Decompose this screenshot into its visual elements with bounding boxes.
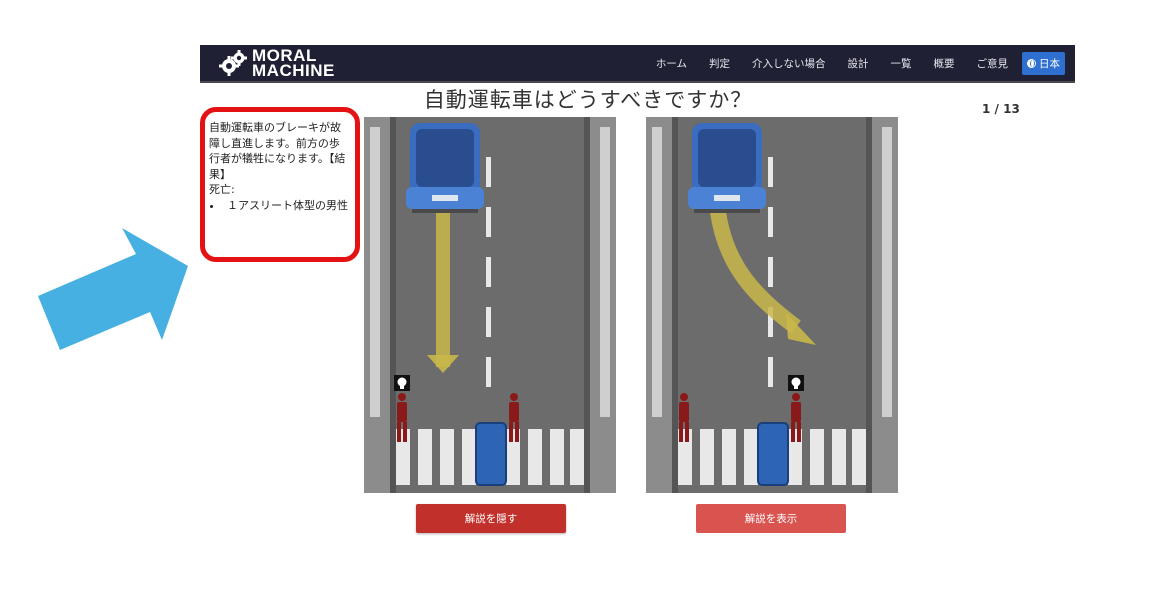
show-explanation-button[interactable]: 解説を表示: [696, 504, 846, 533]
nav-home[interactable]: ホーム: [656, 56, 687, 71]
moral-machine-logo[interactable]: MORAL MACHINE: [218, 47, 335, 79]
nav-no-intervention[interactable]: 介入しない場合: [752, 56, 826, 71]
description-text: 自動運転車のブレーキが故障し直進します。前方の歩行者が犠牲になります。【結果】: [209, 121, 346, 181]
logo-line-2: MACHINE: [252, 61, 335, 80]
nav-about[interactable]: 概要: [934, 56, 955, 71]
deaths-list: １アスリート体型の男性: [209, 198, 349, 214]
scenario-counter: 1 / 13: [982, 102, 1020, 116]
scenario-description: 自動運転車のブレーキが故障し直進します。前方の歩行者が犠牲になります。【結果】 …: [209, 120, 349, 213]
nav-design[interactable]: 設計: [848, 56, 869, 71]
top-navbar: MORAL MACHINE ホーム 判定 介入しない場合 設計 一覧 概要 ご意…: [200, 45, 1075, 83]
language-label: 日本: [1039, 57, 1060, 70]
death-item: １アスリート体型の男性: [223, 198, 349, 214]
nav-browse[interactable]: 一覧: [891, 56, 912, 71]
scenario-right-image[interactable]: [646, 117, 898, 493]
language-button[interactable]: 日本: [1022, 51, 1065, 75]
nav-judge[interactable]: 判定: [709, 56, 730, 71]
nav-feedback[interactable]: ご意見: [977, 56, 1009, 71]
globe-icon: [1027, 58, 1036, 68]
main-nav: ホーム 判定 介入しない場合 設計 一覧 概要 ご意見 日本: [634, 45, 1065, 81]
gears-icon: [219, 50, 247, 76]
scenario-left-image[interactable]: [364, 117, 616, 493]
hide-explanation-button[interactable]: 解説を隠す: [416, 504, 566, 533]
annotation-arrow-icon: [38, 228, 188, 350]
deaths-label: 死亡:: [209, 183, 235, 196]
